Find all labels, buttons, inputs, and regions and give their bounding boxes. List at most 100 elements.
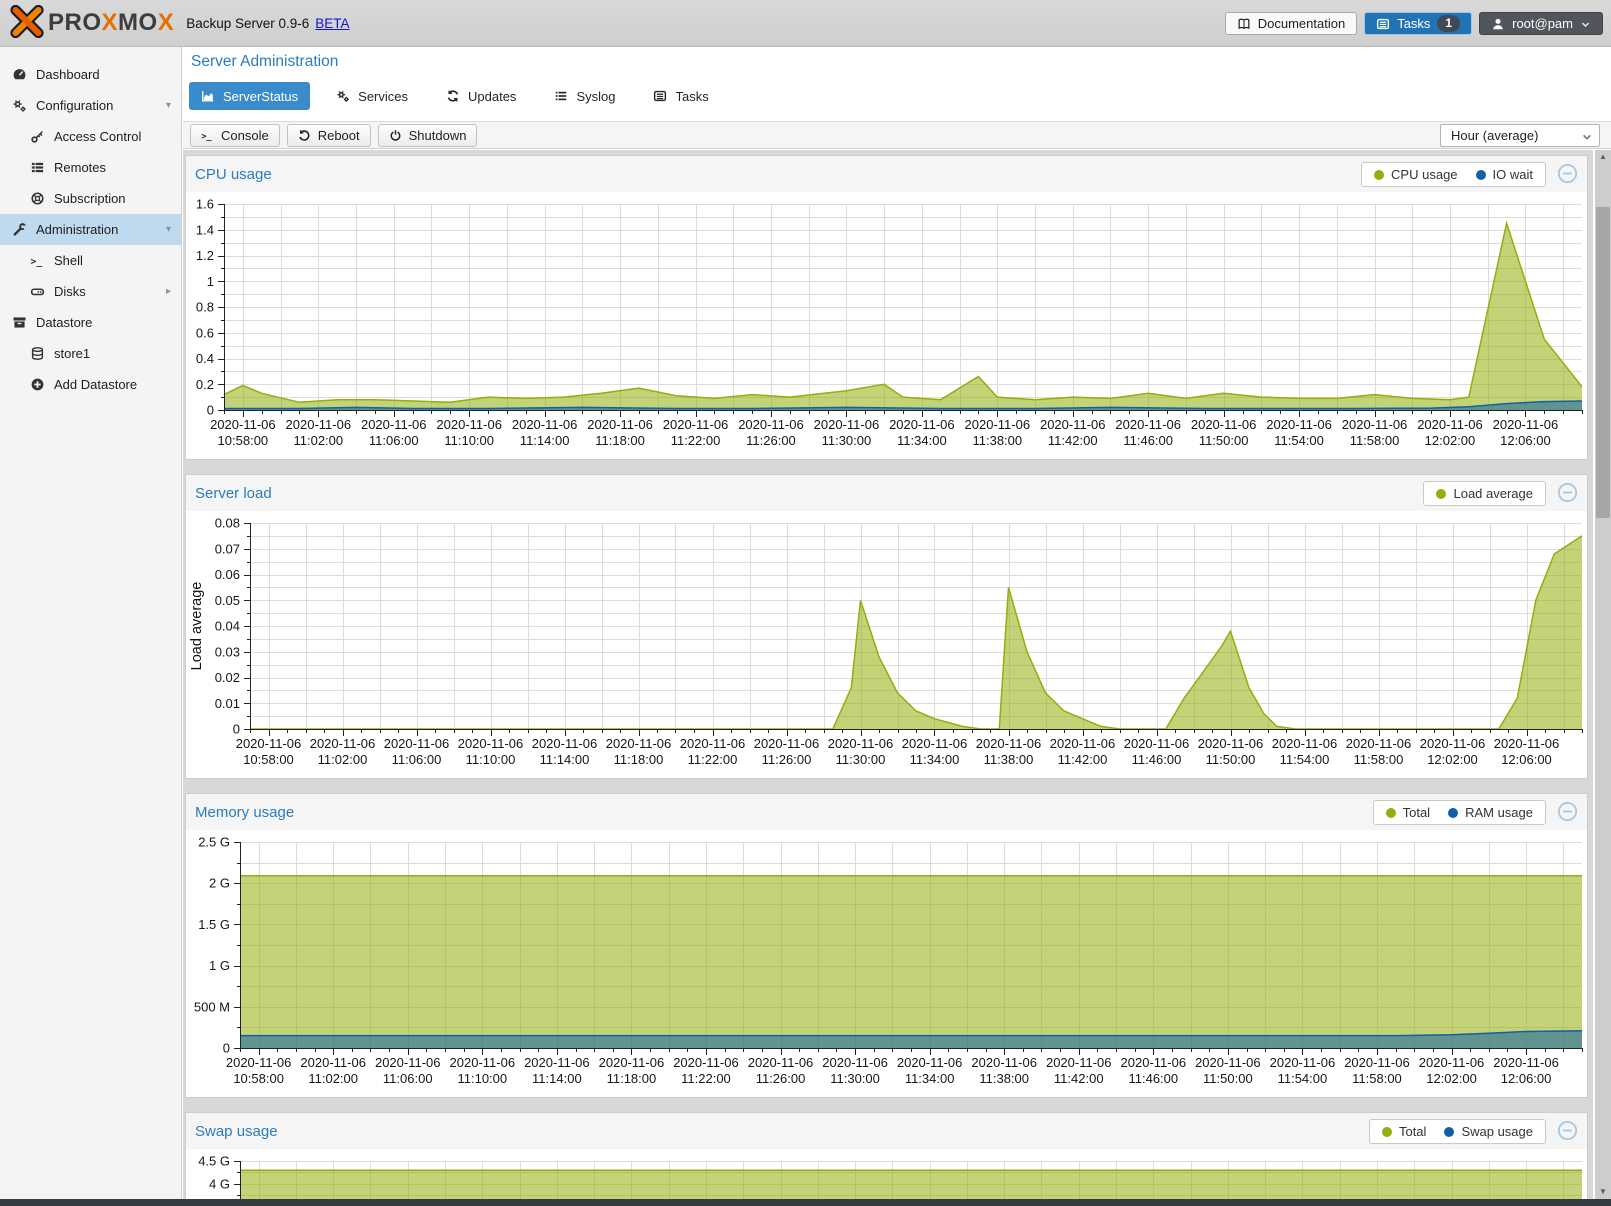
svg-text:2020-11-06: 2020-11-06: [606, 736, 672, 751]
header: PROXMOX Backup Server 0.9-6 BETA Documen…: [0, 0, 1611, 47]
svg-text:1.5 G: 1.5 G: [198, 917, 230, 932]
tab-updates[interactable]: Updates: [434, 82, 528, 110]
archive-icon: [12, 315, 27, 330]
time-range-select[interactable]: Hour (average): [1440, 124, 1600, 147]
collapse-button[interactable]: [1557, 801, 1578, 822]
sidebar-item-label: Datastore: [36, 315, 92, 330]
svg-text:11:46:00: 11:46:00: [1132, 752, 1182, 767]
svg-text:11:26:00: 11:26:00: [762, 752, 812, 767]
svg-text:0: 0: [207, 403, 214, 418]
life-ring-icon: [30, 191, 45, 206]
svg-text:1.6: 1.6: [196, 197, 214, 212]
svg-text:2020-11-06: 2020-11-06: [673, 1055, 739, 1070]
svg-text:11:38:00: 11:38:00: [979, 1071, 1029, 1086]
proxmox-logo: PROXMOX: [8, 5, 174, 41]
documentation-label: Documentation: [1258, 16, 1345, 31]
svg-text:11:54:00: 11:54:00: [1274, 433, 1324, 448]
svg-text:11:58:00: 11:58:00: [1350, 433, 1400, 448]
power-icon: [389, 129, 402, 142]
user-menu-button[interactable]: root@pam: [1479, 12, 1603, 35]
svg-text:0: 0: [233, 722, 240, 737]
svg-text:11:58:00: 11:58:00: [1354, 752, 1404, 767]
collapse-button[interactable]: [1557, 1120, 1578, 1141]
legend-dot: [1436, 489, 1446, 499]
server-load-panel-header: Server loadLoad average: [186, 475, 1587, 511]
sidebar-item-disks[interactable]: Disks▸: [0, 276, 181, 307]
svg-text:0.4: 0.4: [196, 351, 214, 366]
tab-services[interactable]: Services: [324, 82, 420, 110]
tab-syslog[interactable]: Syslog: [542, 82, 627, 110]
chevron-down-icon[interactable]: ▾: [166, 224, 171, 235]
sidebar-item-store1[interactable]: store1: [0, 338, 181, 369]
user-icon: [1491, 17, 1505, 31]
svg-text:11:02:00: 11:02:00: [293, 433, 343, 448]
terminal-icon: >_: [30, 253, 45, 268]
sidebar: DashboardConfiguration▾Access ControlRem…: [0, 47, 182, 1199]
legend-item-total: Total: [1382, 1124, 1426, 1139]
svg-text:11:18:00: 11:18:00: [614, 752, 664, 767]
chevron-right-icon[interactable]: ▸: [166, 286, 171, 297]
swap-usage-chart: 0500 M1 G1.5 G2 G2.5 G3 G3.5 G4 G4.5 G20…: [186, 1149, 1587, 1199]
swap-usage-panel-body: 0500 M1 G1.5 G2 G2.5 G3 G3.5 G4 G4.5 G20…: [186, 1149, 1587, 1199]
page-title: Server Administration: [191, 53, 338, 71]
legend-dot: [1444, 1127, 1454, 1137]
legend-item-cpu-usage: CPU usage: [1374, 167, 1457, 182]
svg-text:2020-11-06: 2020-11-06: [1272, 736, 1338, 751]
chevron-down-icon[interactable]: ▾: [166, 100, 171, 111]
svg-text:0.04: 0.04: [215, 619, 240, 634]
product-version: Backup Server 0.9-6: [186, 16, 309, 31]
svg-text:11:18:00: 11:18:00: [607, 1071, 657, 1086]
svg-text:11:30:00: 11:30:00: [830, 1071, 880, 1086]
svg-text:2020-11-06: 2020-11-06: [361, 417, 427, 432]
list-alt-icon: [653, 89, 667, 103]
tab-serverstatus[interactable]: ServerStatus: [189, 82, 310, 110]
minus-circle-icon: [1557, 801, 1578, 822]
documentation-button[interactable]: Documentation: [1225, 12, 1357, 35]
svg-text:2020-11-06: 2020-11-06: [1419, 1055, 1485, 1070]
sidebar-item-add-datastore[interactable]: Add Datastore: [0, 369, 181, 400]
svg-text:2020-11-06: 2020-11-06: [1050, 736, 1116, 751]
collapse-button[interactable]: [1557, 163, 1578, 184]
sidebar-item-remotes[interactable]: Remotes: [0, 152, 181, 183]
svg-text:11:50:00: 11:50:00: [1203, 1071, 1253, 1086]
memory-usage-chart: 0500 M1 G1.5 G2 G2.5 G2020-11-0610:58:00…: [186, 830, 1587, 1094]
sidebar-item-subscription[interactable]: Subscription: [0, 183, 181, 214]
sidebar-item-shell[interactable]: >_Shell: [0, 245, 181, 276]
svg-text:>_: >_: [201, 131, 212, 141]
sidebar-item-configuration[interactable]: Configuration▾: [0, 90, 181, 121]
svg-text:12:02:00: 12:02:00: [1427, 752, 1478, 767]
sidebar-item-access-control[interactable]: Access Control: [0, 121, 181, 152]
sidebar-item-administration[interactable]: Administration▾: [0, 214, 181, 245]
cpu-usage-panel-header: CPU usageCPU usageIO wait: [186, 156, 1587, 192]
reboot-button[interactable]: Reboot: [287, 124, 371, 147]
cpu-usage-panel: CPU usageCPU usageIO wait00.20.40.60.811…: [185, 155, 1588, 460]
svg-text:11:14:00: 11:14:00: [532, 1071, 582, 1086]
vertical-scrollbar[interactable]: ▲ ▼: [1595, 150, 1611, 1199]
console-button[interactable]: >_Console: [190, 124, 280, 147]
tasks-count-badge: 1: [1437, 15, 1460, 32]
svg-text:2020-11-06: 2020-11-06: [226, 1055, 292, 1070]
shutdown-button[interactable]: Shutdown: [378, 124, 478, 147]
beta-link[interactable]: BETA: [315, 16, 349, 31]
svg-text:11:42:00: 11:42:00: [1058, 752, 1108, 767]
svg-text:2020-11-06: 2020-11-06: [1266, 417, 1332, 432]
scrollbar-thumb[interactable]: [1596, 207, 1610, 518]
svg-text:0.02: 0.02: [215, 670, 240, 685]
svg-text:12:06:00: 12:06:00: [1500, 433, 1551, 448]
scroll-down-icon[interactable]: ▼: [1595, 1185, 1611, 1199]
tab-tasks[interactable]: Tasks: [641, 82, 720, 110]
legend-label: Total: [1399, 1124, 1426, 1139]
scroll-up-icon[interactable]: ▲: [1595, 150, 1611, 164]
collapse-button[interactable]: [1557, 482, 1578, 503]
svg-text:2020-11-06: 2020-11-06: [1040, 417, 1106, 432]
svg-text:11:14:00: 11:14:00: [540, 752, 590, 767]
tasks-button[interactable]: Tasks 1: [1364, 12, 1472, 35]
svg-text:11:02:00: 11:02:00: [308, 1071, 358, 1086]
sidebar-item-dashboard[interactable]: Dashboard: [0, 59, 181, 90]
sidebar-item-datastore[interactable]: Datastore: [0, 307, 181, 338]
svg-text:11:50:00: 11:50:00: [1199, 433, 1249, 448]
chevron-down-icon: [1581, 131, 1593, 143]
svg-text:2020-11-06: 2020-11-06: [236, 736, 302, 751]
memory-usage-panel-header: Memory usageTotalRAM usage: [186, 794, 1587, 830]
svg-text:1 G: 1 G: [209, 958, 230, 973]
